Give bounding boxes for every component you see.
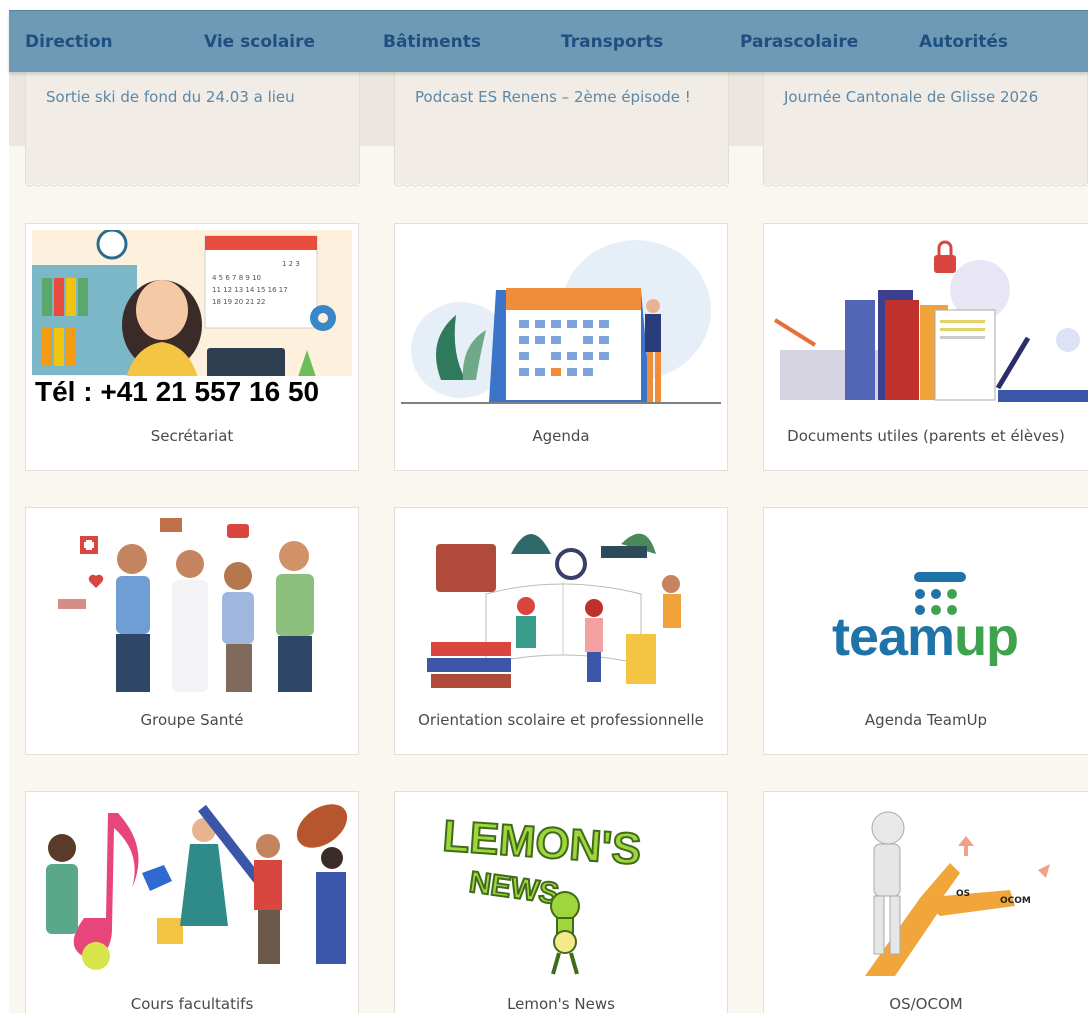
tile-label-secretariat: Secrétariat <box>150 427 234 445</box>
top-strip <box>0 0 1088 10</box>
orientation-illustration-icon <box>401 514 721 692</box>
nav-item-direction[interactable]: Direction <box>25 11 113 73</box>
tile-teamup[interactable]: teamup Agenda TeamUp <box>763 507 1088 755</box>
teamup-wordmark: teamup <box>832 606 1019 668</box>
news-link-ski[interactable]: Sortie ski de fond du 24.03 a lieu <box>46 88 295 106</box>
lemons-news-logo-icon: LEMON'S NEWS <box>401 798 721 976</box>
tile-label-groupe-sante: Groupe Santé <box>140 711 244 729</box>
tile-agenda[interactable]: Agenda <box>394 223 728 471</box>
teamup-logo-icon: teamup <box>770 514 1088 692</box>
nav-item-batiments[interactable]: Bâtiments <box>383 11 481 73</box>
tile-label-agenda: Agenda <box>532 427 590 445</box>
teamup-wordmark-team: team <box>832 607 955 667</box>
svg-text:4 5 6 7 8 9 10: 4 5 6 7 8 9 10 <box>212 274 261 282</box>
tile-secretariat[interactable]: 1 2 3 4 5 6 7 8 9 10 11 12 13 14 15 16 1… <box>25 223 359 471</box>
svg-text:11 12 13 14 15 16 17: 11 12 13 14 15 16 17 <box>212 286 288 294</box>
phone-number: Tél : +41 21 557 16 50 <box>32 376 352 408</box>
nav-item-autorites[interactable]: Autorités <box>919 11 1008 73</box>
crossroads-illustration-icon: OS OCOM <box>770 798 1088 976</box>
secretary-illustration-icon: 1 2 3 4 5 6 7 8 9 10 11 12 13 14 15 16 1… <box>32 230 352 408</box>
svg-text:1 2 3: 1 2 3 <box>282 260 300 268</box>
health-team-illustration-icon <box>32 514 352 692</box>
news-card: Sortie ski de fond du 24.03 a lieu <box>25 72 360 188</box>
tile-documents[interactable]: Documents utiles (parents et élèves) <box>763 223 1088 471</box>
left-strip <box>0 0 9 1013</box>
tile-lemons-news[interactable]: LEMON'S NEWS Lemon's News <box>394 791 728 1013</box>
news-link-glisse[interactable]: Journée Cantonale de Glisse 2026 <box>784 88 1038 106</box>
optional-courses-illustration-icon <box>32 798 352 976</box>
svg-text:OS: OS <box>956 889 970 899</box>
nav-item-vie-scolaire[interactable]: Vie scolaire <box>204 11 315 73</box>
teamup-wordmark-up: up <box>954 607 1019 667</box>
svg-text:18 19 20 21 22: 18 19 20 21 22 <box>212 298 265 306</box>
news-card: Journée Cantonale de Glisse 2026 <box>763 72 1088 188</box>
nav-item-transports[interactable]: Transports <box>561 11 663 73</box>
tile-label-os-ocom: OS/OCOM <box>889 995 963 1013</box>
tile-os-ocom[interactable]: OS OCOM OS/OCOM <box>763 791 1088 1013</box>
tile-label-cours-facultatifs: Cours facultatifs <box>130 995 254 1013</box>
news-link-podcast[interactable]: Podcast ES Renens – 2ème épisode ! <box>415 88 691 106</box>
svg-text:NEWS: NEWS <box>467 866 561 911</box>
tile-orientation[interactable]: Orientation scolaire et professionnelle <box>394 507 728 755</box>
tile-cours-facultatifs[interactable]: Cours facultatifs <box>25 791 359 1013</box>
documents-illustration-icon <box>770 230 1088 408</box>
news-card: Podcast ES Renens – 2ème épisode ! <box>394 72 729 188</box>
calendar-illustration-icon <box>401 230 721 408</box>
nav-item-parascolaire[interactable]: Parascolaire <box>740 11 858 73</box>
tile-label-orientation: Orientation scolaire et professionnelle <box>418 711 704 729</box>
tile-label-documents: Documents utiles (parents et élèves) <box>787 427 1065 445</box>
tile-label-teamup: Agenda TeamUp <box>864 711 988 729</box>
tile-label-lemons-news: Lemon's News <box>507 995 615 1013</box>
main-nav: Direction Vie scolaire Bâtiments Transpo… <box>9 10 1088 72</box>
tile-groupe-sante[interactable]: Groupe Santé <box>25 507 359 755</box>
svg-text:OCOM: OCOM <box>1000 896 1031 906</box>
